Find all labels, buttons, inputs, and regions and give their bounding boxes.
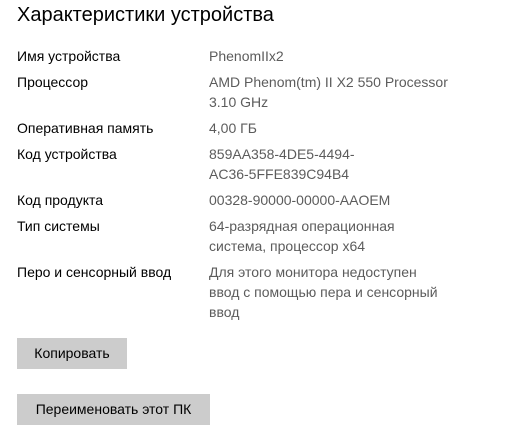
spec-row-product-id: Код продукта 00328-90000-00000-AAOEM: [17, 190, 497, 210]
spec-value: 859AA358-4DE5-4494- AC36-5FFE839C94B4: [209, 146, 355, 182]
device-specs-list: Имя устройства PhenomIIx2 Процессор AMD …: [17, 46, 497, 322]
spec-value: PhenomIIx2: [209, 48, 284, 64]
spec-row-device-id: Код устройства 859AA358-4DE5-4494- AC36-…: [17, 144, 497, 184]
copy-button[interactable]: Копировать: [17, 338, 127, 369]
section-title: Характеристики устройства: [17, 4, 274, 26]
spec-label: Код устройства: [17, 146, 117, 162]
spec-value: 64-разрядная операционная система, проце…: [209, 218, 395, 254]
spec-value: Для этого монитора недоступен ввод с пом…: [209, 264, 438, 320]
spec-label: Код продукта: [17, 192, 104, 208]
rename-pc-button[interactable]: Переименовать этот ПК: [17, 394, 210, 425]
spec-row-processor: Процессор AMD Phenom(tm) II X2 550 Proce…: [17, 72, 497, 112]
spec-row-ram: Оперативная память 4,00 ГБ: [17, 118, 497, 138]
spec-label: Процессор: [17, 74, 89, 90]
spec-row-system-type: Тип системы 64-разрядная операционная си…: [17, 216, 497, 256]
spec-label: Оперативная память: [17, 120, 154, 136]
spec-value: 4,00 ГБ: [209, 120, 257, 136]
spec-label: Тип системы: [17, 218, 100, 234]
spec-value: 00328-90000-00000-AAOEM: [209, 192, 391, 208]
spec-value: AMD Phenom(tm) II X2 550 Processor 3.10 …: [209, 74, 448, 110]
spec-label: Имя устройства: [17, 48, 121, 64]
spec-row-device-name: Имя устройства PhenomIIx2: [17, 46, 497, 66]
spec-label: Перо и сенсорный ввод: [17, 264, 172, 280]
spec-row-pen-touch: Перо и сенсорный ввод Для этого монитора…: [17, 262, 497, 322]
